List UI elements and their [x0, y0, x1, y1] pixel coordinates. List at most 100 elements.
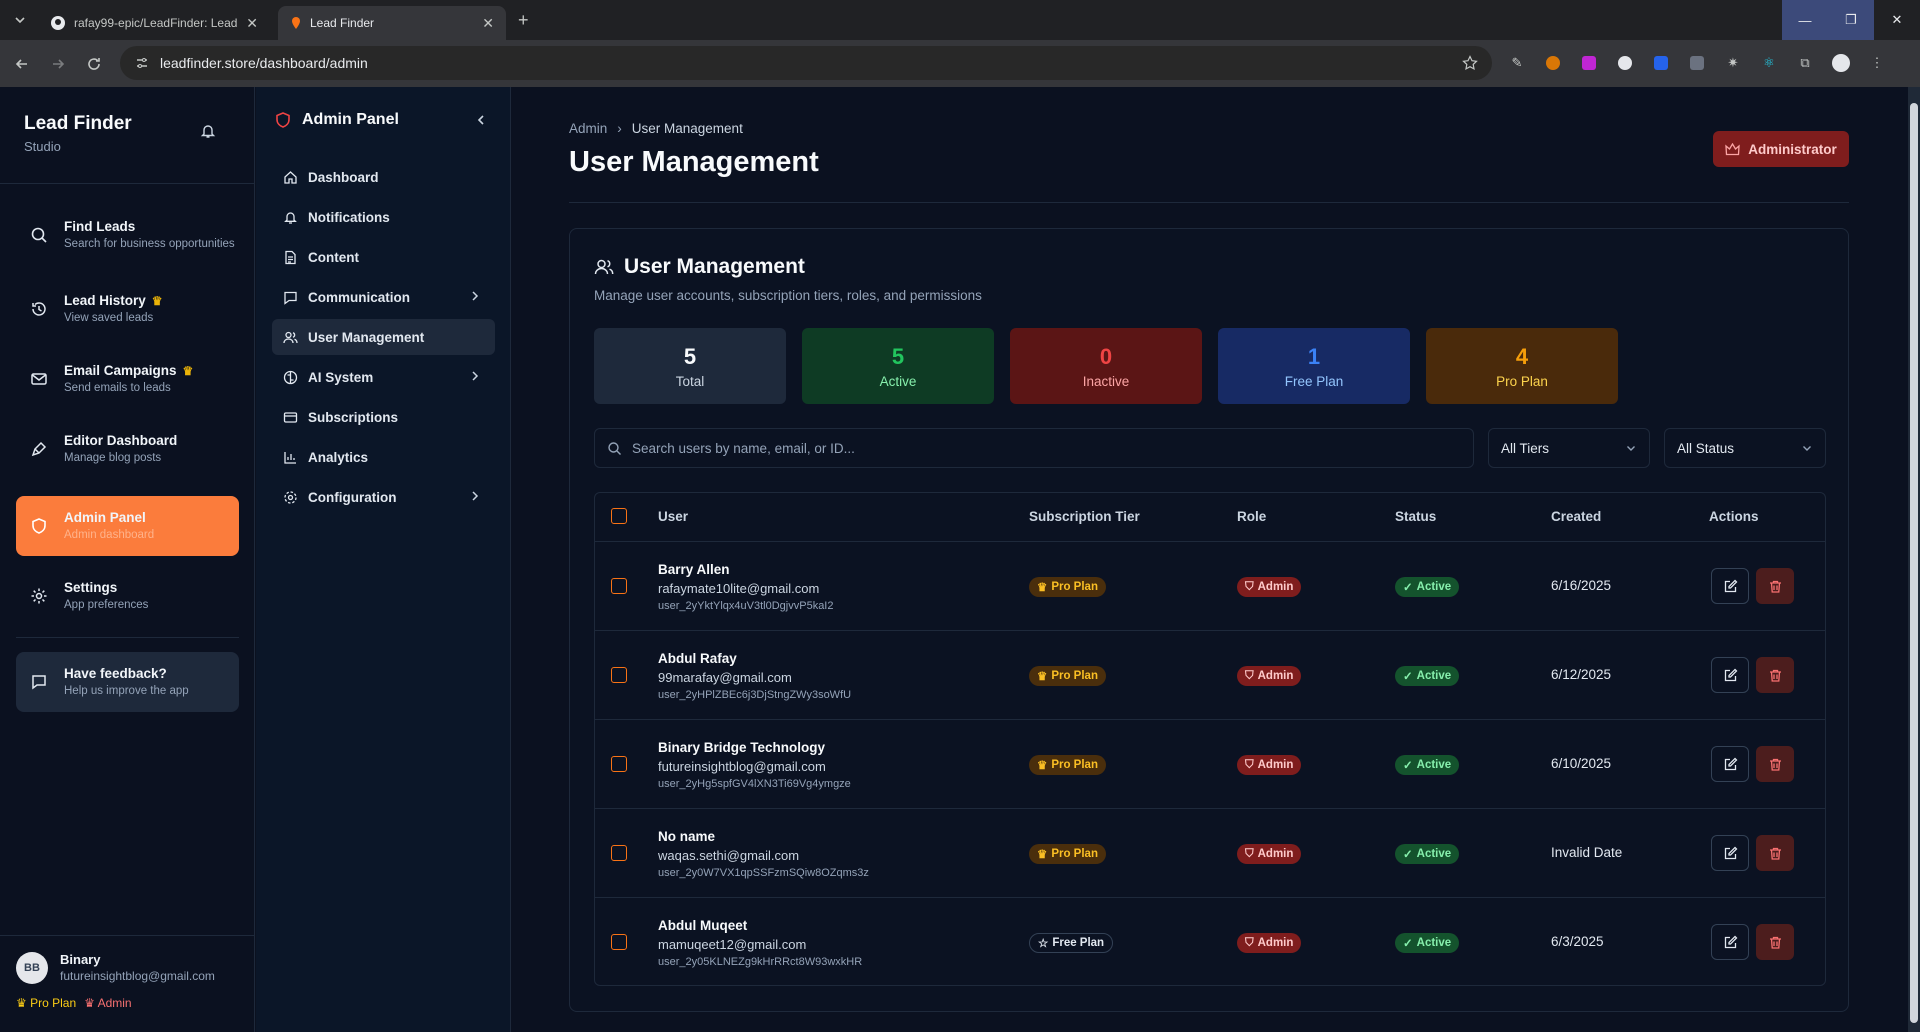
pen-icon[interactable]: ✎	[1504, 50, 1530, 76]
new-tab-button[interactable]: +	[518, 10, 529, 31]
edit-user-button[interactable]	[1711, 746, 1749, 782]
browser-tab-github[interactable]: rafay99-epic/LeadFinder: Lead · ✕	[38, 6, 270, 40]
shield-icon	[28, 515, 50, 537]
row-checkbox[interactable]	[611, 578, 627, 594]
status-filter-select[interactable]: All Status	[1664, 428, 1826, 468]
admin-nav-ai-system[interactable]: AI System	[272, 359, 495, 395]
sidebar-item-description: App preferences	[64, 599, 149, 611]
tab-search-button[interactable]	[8, 8, 32, 32]
minimize-button[interactable]: —	[1782, 0, 1828, 40]
admin-nav-subscriptions[interactable]: Subscriptions	[272, 399, 495, 435]
status-label: Active	[1416, 848, 1452, 860]
extension-icon[interactable]	[1684, 50, 1710, 76]
select-all-checkbox[interactable]	[611, 508, 627, 524]
sidebar-item-description: Send emails to leads	[64, 382, 171, 394]
table-row: No name waqas.sethi@gmail.com user_2y0W7…	[595, 809, 1825, 898]
edit-user-button[interactable]	[1711, 568, 1749, 604]
notifications-button[interactable]	[200, 123, 216, 139]
admin-nav-dashboard[interactable]: Dashboard	[272, 159, 495, 195]
delete-user-button[interactable]	[1756, 924, 1794, 960]
admin-nav-configuration[interactable]: Configuration	[272, 479, 495, 515]
user-email: 99marafay@gmail.com	[658, 670, 792, 685]
forward-button[interactable]	[46, 52, 70, 76]
column-header-status[interactable]: Status	[1395, 509, 1436, 524]
menu-icon[interactable]: ⋮	[1864, 50, 1890, 76]
sidebar-item-settings[interactable]: Settings App preferences	[16, 566, 239, 626]
shield-extension-icon[interactable]	[1648, 50, 1674, 76]
divider	[569, 202, 1849, 203]
sidebar-item-editor-dashboard[interactable]: Editor Dashboard Manage blog posts	[16, 419, 239, 479]
app: Lead Finder Studio Find Leads Search for …	[0, 87, 1920, 1032]
tier-filter-select[interactable]: All Tiers	[1488, 428, 1650, 468]
delete-user-button[interactable]	[1756, 835, 1794, 871]
breadcrumb-admin[interactable]: Admin	[569, 121, 607, 136]
row-checkbox[interactable]	[611, 756, 627, 772]
pen-tool-icon	[28, 438, 50, 460]
tier-filter-value: All Tiers	[1501, 440, 1550, 456]
edit-user-button[interactable]	[1711, 657, 1749, 693]
react-icon[interactable]: ⚛	[1756, 50, 1782, 76]
close-icon[interactable]: ✕	[482, 15, 494, 32]
profile-avatar-icon[interactable]	[1828, 50, 1854, 76]
current-user[interactable]: BB Binary futureinsightblog@gmail.com ♛ …	[0, 935, 255, 1032]
row-checkbox[interactable]	[611, 845, 627, 861]
column-header-tier[interactable]: Subscription Tier	[1029, 509, 1140, 524]
stat-active: 5 Active	[802, 328, 994, 404]
admin-nav-communication[interactable]: Communication	[272, 279, 495, 315]
status-badge: ✓ Active	[1395, 933, 1460, 953]
user-name: Abdul Muqeet	[658, 918, 748, 933]
delete-user-button[interactable]	[1756, 568, 1794, 604]
puzzle-icon[interactable]: ⧉	[1792, 50, 1818, 76]
row-checkbox[interactable]	[611, 667, 627, 683]
users-icon	[282, 329, 298, 345]
close-icon[interactable]: ✕	[246, 15, 258, 32]
scrollbar-thumb[interactable]	[1910, 103, 1918, 1023]
column-header-role[interactable]: Role	[1237, 509, 1266, 524]
sidebar-item-find-leads[interactable]: Find Leads Search for business opportunit…	[16, 205, 239, 265]
column-header-user[interactable]: User	[658, 509, 688, 524]
site-info-icon[interactable]	[134, 55, 150, 71]
arrow-left-icon	[15, 59, 27, 69]
sidebar-item-lead-history[interactable]: Lead History ♛ View saved leads	[16, 279, 239, 339]
status-badge: ✓ Active	[1395, 666, 1460, 686]
restore-button[interactable]: ❐	[1828, 0, 1874, 40]
role-label: Admin	[1257, 759, 1294, 771]
users-table: User Subscription Tier Role Status Creat…	[594, 492, 1826, 986]
star-icon[interactable]	[1462, 55, 1478, 71]
trash-icon	[1769, 669, 1781, 682]
extension-icon[interactable]	[1540, 50, 1566, 76]
brand: Lead Finder Studio	[24, 113, 132, 154]
user-email: futureinsightblog@gmail.com	[60, 969, 215, 983]
browser-tab-lead-finder[interactable]: Lead Finder ✕	[278, 6, 506, 40]
collapse-sidebar-button[interactable]	[474, 113, 488, 127]
row-checkbox[interactable]	[611, 934, 627, 950]
address-bar[interactable]: leadfinder.store/dashboard/admin	[120, 46, 1492, 80]
feedback-button[interactable]: Have feedback? Help us improve the app	[16, 652, 239, 712]
sidebar-item-admin-panel[interactable]: Admin Panel Admin dashboard	[16, 496, 239, 556]
sidebar-item-description: Admin dashboard	[64, 529, 155, 541]
delete-user-button[interactable]	[1756, 657, 1794, 693]
delete-user-button[interactable]	[1756, 746, 1794, 782]
admin-nav-content[interactable]: Content	[272, 239, 495, 275]
back-button[interactable]	[10, 52, 34, 76]
map-pin-icon	[292, 17, 300, 29]
shield-icon	[276, 112, 290, 128]
close-window-button[interactable]: ✕	[1874, 0, 1920, 40]
admin-nav-analytics[interactable]: Analytics	[272, 439, 495, 475]
user-search[interactable]	[594, 428, 1474, 468]
status-filter-value: All Status	[1677, 440, 1735, 456]
bug-icon[interactable]: ✷	[1720, 50, 1746, 76]
extension-icon[interactable]	[1576, 50, 1602, 76]
search-input[interactable]	[632, 440, 1473, 456]
column-header-created[interactable]: Created	[1551, 509, 1601, 524]
edit-user-button[interactable]	[1711, 835, 1749, 871]
page-scrollbar[interactable]	[1908, 87, 1920, 1032]
chevron-down-icon	[15, 17, 25, 24]
admin-nav-notifications[interactable]: Notifications	[272, 199, 495, 235]
sidebar-item-email-campaigns[interactable]: Email Campaigns ♛ Send emails to leads	[16, 349, 239, 409]
reload-button[interactable]	[82, 52, 106, 76]
extension-icon[interactable]	[1612, 50, 1638, 76]
admin-nav-user-management[interactable]: User Management	[272, 319, 495, 355]
stat-value: 5	[683, 343, 697, 369]
edit-user-button[interactable]	[1711, 924, 1749, 960]
